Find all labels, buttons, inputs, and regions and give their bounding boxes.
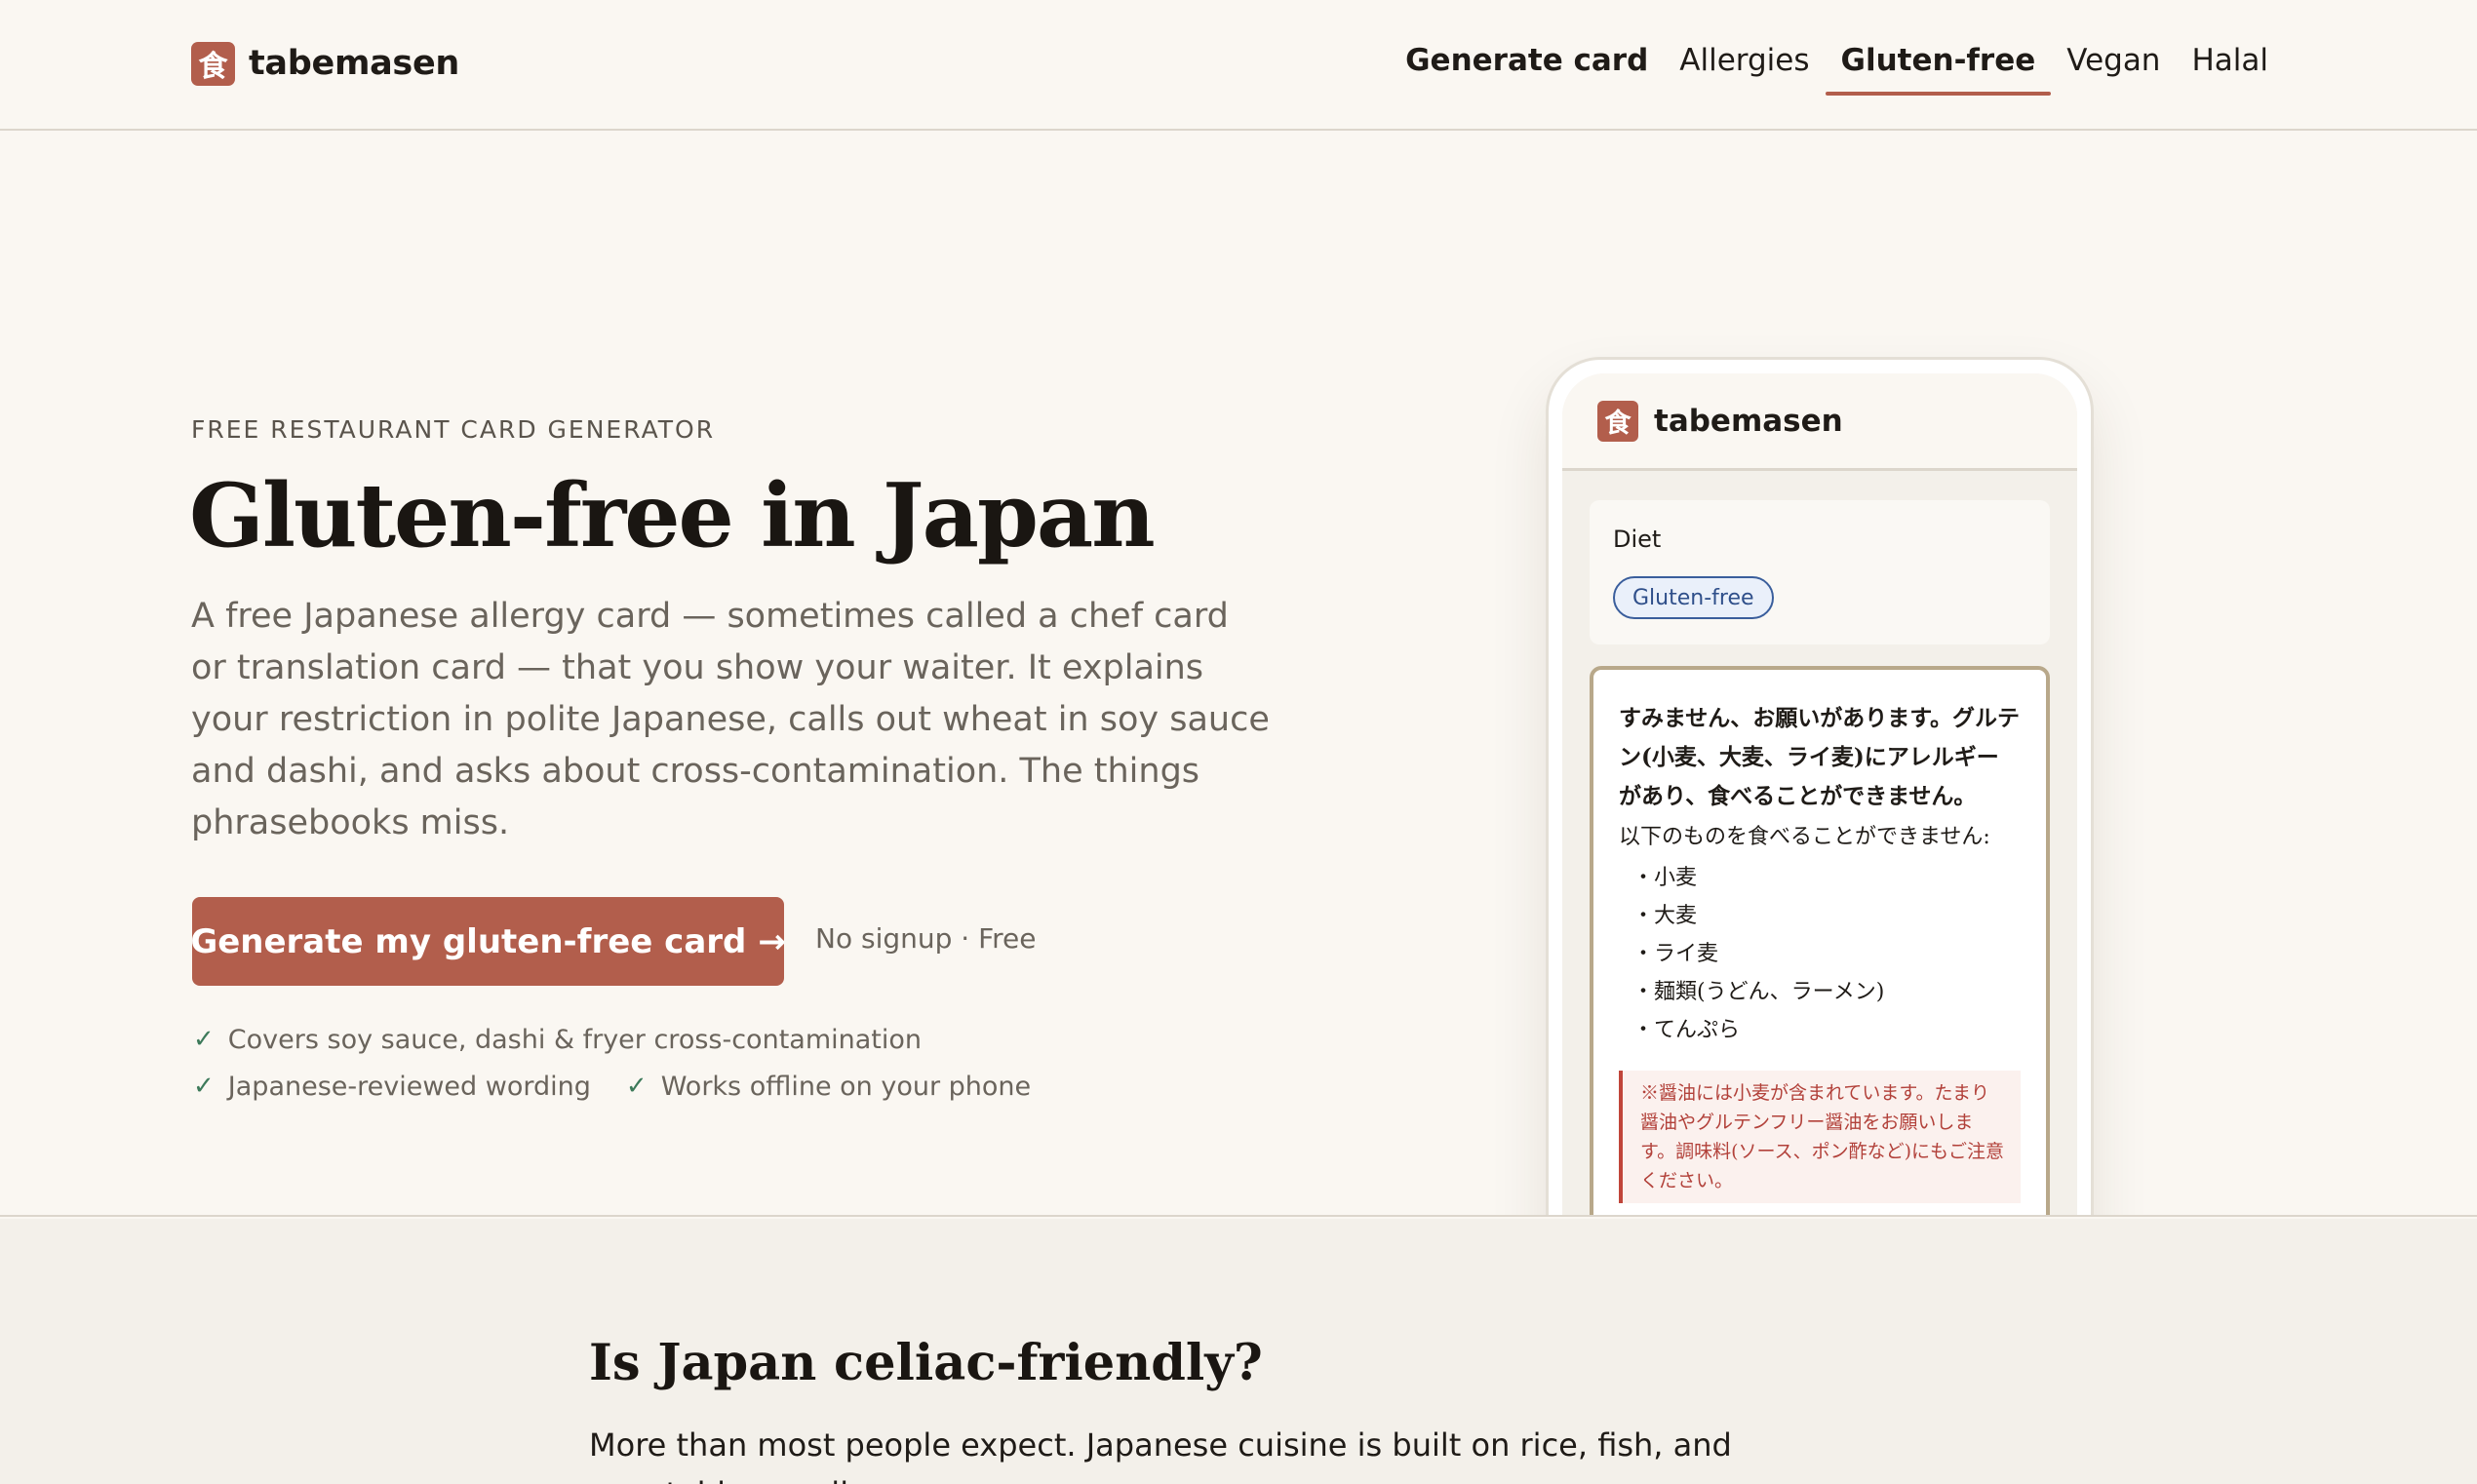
site-header: 食 tabemasen Generate card Allergies Glut…	[0, 0, 2477, 131]
page-title: Gluten-free in Japan	[189, 464, 1156, 567]
feature-checklist: ✓ Covers soy sauce, dashi & fryer cross-…	[193, 1016, 1031, 1110]
section-text: More than most people expect. Japanese c…	[589, 1426, 1732, 1484]
diet-chip-gluten-free[interactable]: Gluten-free	[1613, 576, 1774, 619]
celiac-section: Is Japan celiac-friendly? More than most…	[0, 1219, 2477, 1484]
card-sub-text: 以下のものを食べることができません:	[1619, 825, 1990, 849]
hero-eyebrow: FREE RESTAURANT CARD GENERATOR	[191, 415, 716, 444]
restaurant-card-preview: すみません、お願いがあります。グルテン(小麦、大麦、ライ麦)にアレルギーがあり、…	[1590, 666, 2050, 1215]
brand-logo-link[interactable]: 食 tabemasen	[191, 41, 459, 86]
check-icon: ✓	[193, 1072, 215, 1101]
phone-brand-name: tabemasen	[1654, 403, 1843, 439]
nav-generate-card[interactable]: Generate card	[1390, 39, 1664, 96]
hero-description: A free Japanese allergy card — sometimes…	[191, 597, 1270, 842]
hero-section: FREE RESTAURANT CARD GENERATOR Gluten-fr…	[0, 133, 2477, 1217]
feature-label: Works offline on your phone	[660, 1071, 1032, 1102]
list-item: ・てんぷら	[1632, 1018, 1741, 1042]
phone-app-header: 食 tabemasen	[1562, 373, 2077, 471]
phone-logo-icon: 食	[1597, 400, 1638, 442]
section-title: Is Japan celiac-friendly?	[589, 1334, 1263, 1392]
nav-halal[interactable]: Halal	[2176, 39, 2284, 96]
list-item: ・ライ麦	[1632, 942, 1719, 966]
phone-mockup: 食 tabemasen Diet Gluten-free すみません、お願いがあ…	[1546, 357, 2094, 1215]
brand-name: tabemasen	[249, 44, 460, 83]
cta-note: No signup · Free	[815, 922, 1037, 955]
list-item: ・大麦	[1632, 904, 1698, 928]
diet-label: Diet	[1613, 526, 1662, 553]
nav-allergies[interactable]: Allergies	[1664, 39, 1825, 96]
card-warning-note: ※醤油には小麦が含まれています。たまり醤油やグルテンフリー醤油をお願いします。調…	[1619, 1071, 2021, 1203]
list-item: ・麺類(うどん、ラーメン)	[1632, 980, 1885, 1004]
feature-item: ✓ Covers soy sauce, dashi & fryer cross-…	[193, 1025, 922, 1055]
feature-label: Japanese-reviewed wording	[227, 1071, 591, 1102]
card-lead-text: すみません、お願いがあります。グルテン(小麦、大麦、ライ麦)にアレルギーがあり、…	[1619, 705, 2021, 809]
nav-gluten-free[interactable]: Gluten-free	[1825, 39, 2052, 96]
check-icon: ✓	[193, 1025, 215, 1054]
feature-item: ✓ Works offline on your phone	[626, 1072, 1031, 1102]
phone-screen: 食 tabemasen Diet Gluten-free すみません、お願いがあ…	[1562, 373, 2077, 1215]
check-icon: ✓	[625, 1072, 648, 1101]
nav-vegan[interactable]: Vegan	[2051, 39, 2176, 96]
diet-panel: Diet Gluten-free	[1590, 500, 2050, 644]
logo-icon: 食	[191, 41, 235, 86]
feature-label: Covers soy sauce, dashi & fryer cross-co…	[227, 1024, 922, 1055]
generate-card-button[interactable]: Generate my gluten-free card →	[190, 897, 786, 986]
main-nav: Generate card Allergies Gluten-free Vega…	[1390, 39, 2284, 98]
feature-item: ✓ Japanese-reviewed wording	[193, 1072, 591, 1102]
list-item: ・小麦	[1632, 866, 1698, 890]
card-item-list: ・小麦 ・大麦 ・ライ麦 ・麺類(うどん、ラーメン) ・てんぷら	[1619, 859, 2021, 1049]
